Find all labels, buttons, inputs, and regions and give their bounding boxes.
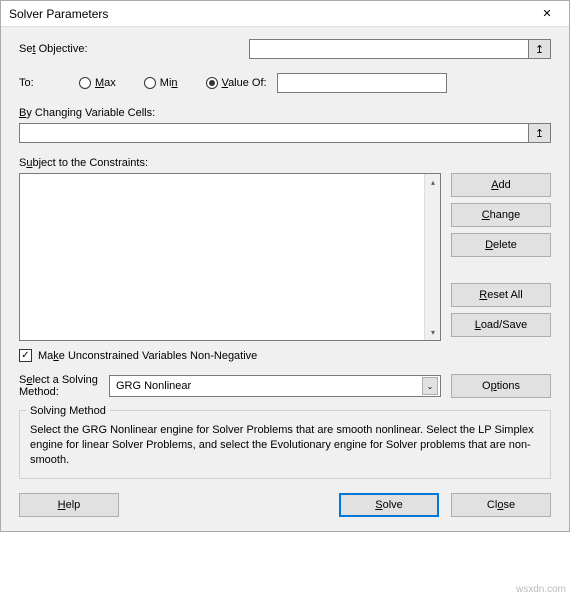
groupbox-title: Solving Method: [26, 405, 110, 417]
radio-max-label: Max: [95, 77, 116, 89]
dialog-content: Set Objective: ↥ To: Max Min Value Of: [1, 27, 569, 531]
radio-icon: [206, 77, 218, 89]
delete-button[interactable]: Delete: [451, 233, 551, 257]
options-button[interactable]: Options: [451, 374, 551, 398]
scroll-down-icon[interactable]: ▾: [425, 324, 441, 340]
load-save-button[interactable]: Load/Save: [451, 313, 551, 337]
set-objective-label: Set Objective:: [19, 43, 249, 55]
to-row: To: Max Min Value Of:: [19, 73, 551, 93]
unconstrained-label: Make Unconstrained Variables Non-Negativ…: [38, 350, 257, 362]
method-row: Select a Solving Method: GRG Nonlinear ⌄…: [19, 374, 551, 398]
help-button[interactable]: Help: [19, 493, 119, 517]
value-of-input[interactable]: [277, 73, 447, 93]
solve-button[interactable]: Solve: [339, 493, 439, 517]
solving-method-groupbox: Solving Method Select the GRG Nonlinear …: [19, 410, 551, 479]
footer: Help Solve Close: [19, 493, 551, 517]
constraint-buttons: Add Change Delete Reset All Load/Save: [451, 173, 551, 337]
change-button[interactable]: Change: [451, 203, 551, 227]
variable-cells-label: By Changing Variable Cells:: [19, 107, 551, 119]
radio-value-label: Value Of:: [222, 77, 267, 89]
collapse-icon: ↥: [535, 43, 544, 56]
checkbox-icon: ✓: [19, 349, 32, 362]
constraints-label: Subject to the Constraints:: [19, 157, 551, 169]
scrollbar[interactable]: ▴ ▾: [424, 174, 440, 340]
to-label: To:: [19, 77, 59, 89]
solver-dialog: Solver Parameters ✕ Set Objective: ↥ To:…: [0, 0, 570, 532]
variable-cells-row: ↥: [19, 123, 551, 143]
objective-ref-button[interactable]: ↥: [529, 39, 551, 59]
objective-input[interactable]: [249, 39, 529, 59]
objective-input-group: ↥: [249, 39, 551, 59]
radio-max[interactable]: Max: [79, 77, 116, 89]
chevron-down-icon: ⌄: [422, 377, 438, 395]
objective-row: Set Objective: ↥: [19, 39, 551, 59]
radio-icon: [79, 77, 91, 89]
method-label: Select a Solving Method:: [19, 374, 99, 398]
groupbox-text: Select the GRG Nonlinear engine for Solv…: [30, 423, 540, 468]
dialog-title: Solver Parameters: [9, 7, 108, 21]
titlebar: Solver Parameters ✕: [1, 1, 569, 27]
scroll-up-icon[interactable]: ▴: [425, 174, 441, 190]
radio-icon: [144, 77, 156, 89]
radio-group: Max Min Value Of:: [79, 77, 267, 89]
unconstrained-checkbox-row[interactable]: ✓ Make Unconstrained Variables Non-Negat…: [19, 349, 551, 362]
add-button[interactable]: Add: [451, 173, 551, 197]
constraints-listbox[interactable]: ▴ ▾: [19, 173, 441, 341]
radio-value-of[interactable]: Value Of:: [206, 77, 267, 89]
close-icon[interactable]: ✕: [527, 2, 567, 26]
collapse-icon: ↥: [535, 127, 544, 140]
radio-min[interactable]: Min: [144, 77, 178, 89]
method-select[interactable]: GRG Nonlinear ⌄: [109, 375, 441, 397]
close-button[interactable]: Close: [451, 493, 551, 517]
variable-cells-input[interactable]: [19, 123, 529, 143]
watermark: wsxdn.com: [516, 584, 566, 595]
radio-min-label: Min: [160, 77, 178, 89]
method-select-value: GRG Nonlinear: [116, 380, 191, 392]
variable-cells-ref-button[interactable]: ↥: [529, 123, 551, 143]
constraints-section: ▴ ▾ Add Change Delete Reset All Load/Sav…: [19, 173, 551, 341]
reset-all-button[interactable]: Reset All: [451, 283, 551, 307]
